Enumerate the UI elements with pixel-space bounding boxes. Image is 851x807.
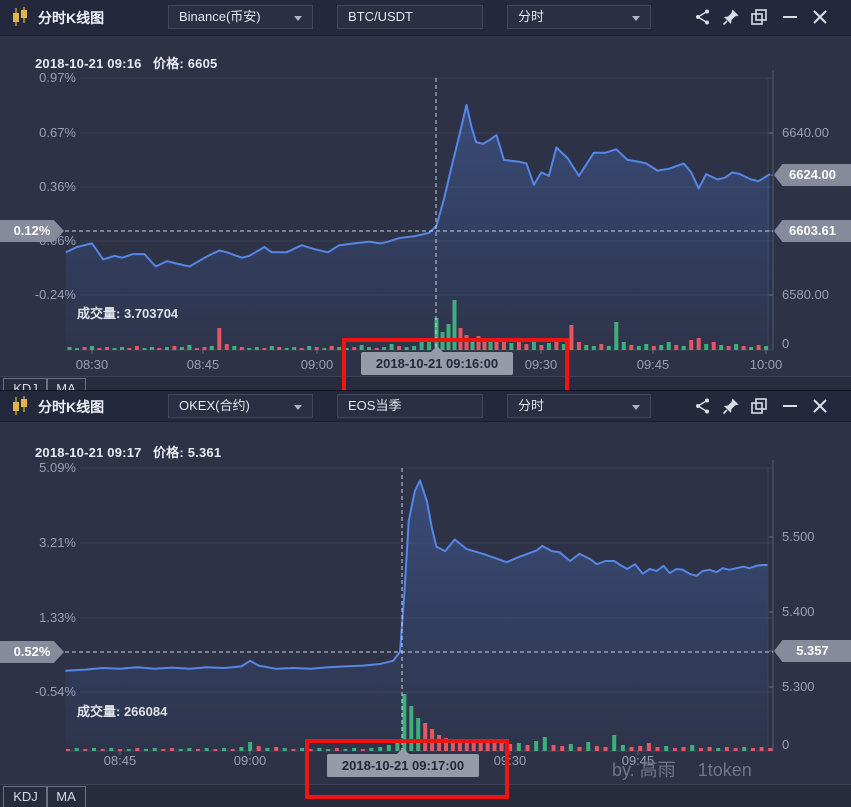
ma-indicator-button[interactable]: MA [46, 378, 86, 390]
interval-select[interactable]: 分时 [507, 394, 651, 418]
chevron-down-icon [632, 405, 640, 410]
volume-axis-zero: 0 [782, 336, 790, 351]
y-axis-tick: 1.33% [39, 610, 76, 625]
chevron-down-icon [294, 16, 302, 21]
x-axis-tick: 08:30 [75, 357, 109, 372]
x-axis-tick: 09:45 [636, 357, 670, 372]
x-axis-tick: 08:45 [103, 753, 137, 768]
symbol-input-value: BTC/USDT [348, 9, 413, 24]
duplicate-icon[interactable] [750, 8, 768, 26]
interval-select[interactable]: 分时 [507, 5, 651, 29]
price-axis-tick: 6640.00 [782, 125, 829, 140]
y-axis-tick: 0.97% [39, 70, 76, 85]
volume-label: 成交量: 3.703704 [77, 306, 179, 321]
price-axis-tick: 5.400 [782, 604, 815, 619]
hover-datetime: 2018-10-21 09:17 [35, 445, 142, 460]
crosshair-pct-badge: 0.52% [0, 641, 64, 663]
price-axis-tick: 5.500 [782, 529, 815, 544]
watermark-author: by. 高雨 [612, 760, 676, 780]
exchange-select[interactable]: OKEX(合约) [168, 394, 313, 418]
pin-icon[interactable] [722, 397, 740, 415]
interval-select-value: 分时 [518, 398, 545, 413]
kdj-indicator-button[interactable]: KDJ [3, 786, 48, 807]
minimize-icon[interactable] [781, 8, 799, 26]
price-volume-chart[interactable] [0, 421, 851, 786]
last-price-badge: 6624.00 [774, 164, 851, 186]
x-axis-tick: 09:00 [300, 357, 334, 372]
share-icon[interactable] [694, 397, 712, 415]
x-axis-tick: 09:00 [233, 753, 267, 768]
crosshair-price-badge: 6603.61 [774, 220, 851, 242]
watermark: by. 高雨 1token [612, 756, 812, 782]
hover-price: 价格: 6605 [153, 56, 218, 71]
watermark-brand: 1token [697, 760, 752, 780]
close-icon[interactable] [811, 397, 829, 415]
kline-chart-icon [13, 396, 27, 415]
hover-price: 价格: 5.361 [153, 445, 222, 460]
hover-datetime: 2018-10-21 09:16 [35, 56, 142, 71]
y-axis-tick: 0.67% [39, 125, 76, 140]
symbol-input[interactable]: BTC/USDT [337, 5, 483, 29]
chart-area: 2018-10-21 09:16 价格: 6605 成交量: 3.703704 … [0, 35, 851, 390]
crosshair-price-badge: 5.357 [774, 640, 851, 662]
panel-title: 分时K线图 [38, 399, 105, 415]
chevron-down-icon [294, 405, 302, 410]
chart-panel-btcusdt: 分时K线图 Binance(币安) BTC/USDT 分时 2018-10-21… [0, 0, 851, 390]
chart-area: 2018-10-21 09:17 价格: 5.361 成交量: 266084 5… [0, 421, 851, 807]
y-axis-tick: -0.54% [34, 684, 76, 699]
duplicate-icon[interactable] [750, 397, 768, 415]
y-axis-tick: 5.09% [39, 460, 76, 475]
pin-icon[interactable] [722, 8, 740, 26]
minimize-icon[interactable] [781, 397, 799, 415]
kline-chart-icon [13, 7, 27, 26]
ma-indicator-button[interactable]: MA [46, 786, 86, 807]
price-axis-tick: 6580.00 [782, 287, 829, 302]
panel-header: 分时K线图 Binance(币安) BTC/USDT 分时 [0, 0, 851, 36]
trading-app-window: 分时K线图 Binance(币安) BTC/USDT 分时 2018-10-21… [0, 0, 851, 807]
y-axis-tick: 3.21% [39, 535, 76, 550]
interval-select-value: 分时 [518, 9, 545, 24]
volume-axis-zero: 0 [782, 737, 790, 752]
symbol-input[interactable]: EOS当季 [337, 394, 483, 418]
price-volume-chart[interactable] [0, 35, 851, 390]
exchange-select-value: OKEX(合约) [179, 398, 250, 413]
crosshair-pct-badge: 0.12% [0, 220, 64, 242]
exchange-select[interactable]: Binance(币安) [168, 5, 313, 29]
hover-info: 2018-10-21 09:17 价格: 5.361 [35, 442, 221, 461]
panel-title: 分时K线图 [38, 10, 105, 26]
close-icon[interactable] [811, 8, 829, 26]
annotation-box [305, 739, 509, 799]
x-axis-tick: 08:45 [186, 357, 220, 372]
kdj-indicator-button[interactable]: KDJ [3, 378, 48, 390]
y-axis-tick: -0.24% [34, 287, 76, 302]
annotation-box [342, 338, 569, 390]
x-axis-tick: 10:00 [749, 357, 783, 372]
exchange-select-value: Binance(币安) [179, 9, 261, 24]
share-icon[interactable] [694, 8, 712, 26]
symbol-input-value: EOS当季 [348, 398, 402, 413]
panel-header: 分时K线图 OKEX(合约) EOS当季 分时 [0, 391, 851, 422]
volume-label: 成交量: 266084 [77, 704, 168, 719]
chart-panel-eos: 分时K线图 OKEX(合约) EOS当季 分时 2018-10-21 09:17… [0, 390, 851, 807]
price-axis-tick: 5.300 [782, 679, 815, 694]
chevron-down-icon [632, 16, 640, 21]
y-axis-tick: 0.36% [39, 179, 76, 194]
